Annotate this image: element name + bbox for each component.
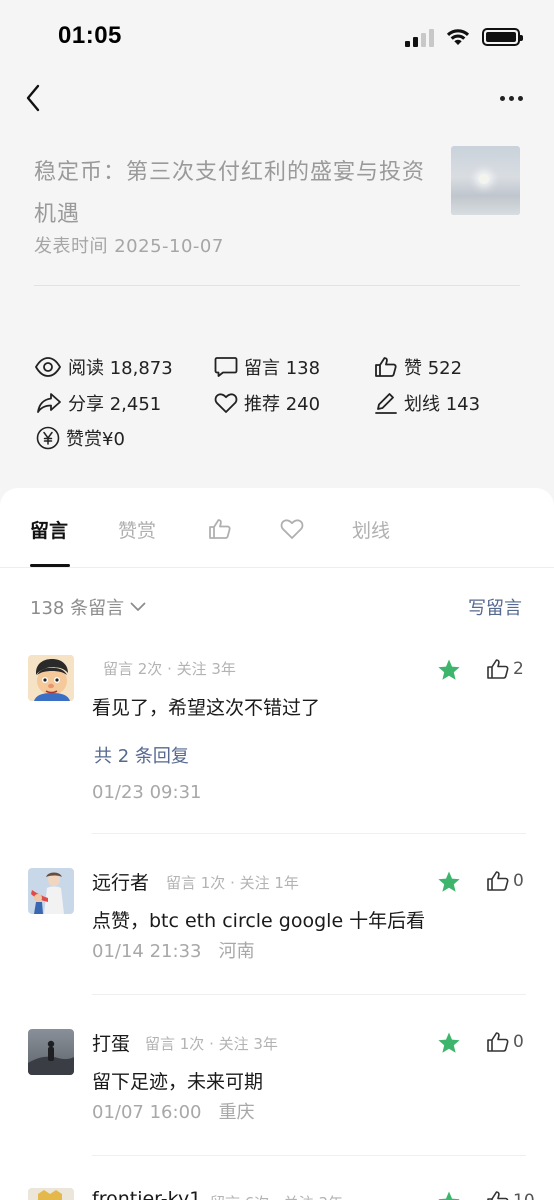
comment-text: 看见了，希望这次不错过了 [92,697,321,719]
thumbs-up-icon [487,871,509,891]
landscape-avatar-icon [28,1029,74,1075]
status-bar: 01:05 [0,0,554,72]
chevron-left-icon [26,84,40,112]
comment-like-button[interactable]: 0 [486,870,524,892]
comment-like-button[interactable]: 2 [486,658,524,680]
article-thumbnail[interactable] [451,146,520,215]
stat-read: 阅读 18,873 [34,354,173,380]
stat-comment: 留言 138 [214,354,320,380]
more-dots-icon [499,95,505,101]
heart-icon [214,393,238,413]
tab-rewards[interactable]: 赞赏 [118,516,156,542]
starred-icon[interactable] [437,870,461,894]
avatar[interactable] [28,1188,74,1200]
starred-icon[interactable] [437,1031,461,1055]
divider [92,994,526,995]
cellular-signal-icon [405,27,434,47]
comment-icon [214,357,238,377]
stat-recommend: 推荐 240 [214,390,320,416]
comment-text: 点赞，btc eth circle google 十年后看 [92,910,426,932]
comment-like-button[interactable]: 10 [486,1190,535,1200]
comment-meta: 留言 1次 · 关注 3年 [145,1035,278,1053]
yen-coin-icon [36,426,60,450]
wifi-icon [446,29,470,45]
publish-time: 发表时间 2025-10-07 [34,236,224,257]
write-comment-button[interactable]: 写留言 [468,594,522,620]
thumbs-up-icon [375,357,397,377]
more-options-button[interactable] [496,86,526,110]
view-replies-link[interactable]: 共 2 条回复 [94,742,189,768]
stat-reward: 赞赏¥0 [36,425,125,451]
commenter-name[interactable]: 远行者 [92,868,149,895]
avatar[interactable] [28,868,74,914]
thumbs-up-icon [487,1191,509,1200]
tab-comments[interactable]: 留言 [30,516,68,542]
comment-time: 01/23 09:31 [92,782,202,803]
comment-meta: 留言 2次 · 关注 3年 [103,660,236,678]
commenter-name[interactable]: frontier-ky1 [92,1188,201,1200]
status-time: 01:05 [58,22,122,49]
comment-time: 01/14 21:33 河南 [92,941,255,962]
comment-like-button[interactable]: 0 [486,1031,524,1053]
stat-highlight: 划线 143 [374,390,480,416]
illustrated-avatar-icon [28,868,74,914]
tab-highlights[interactable]: 划线 [352,516,390,542]
thumbs-up-icon [487,1032,509,1052]
article-title[interactable]: 稳定币：第三次支付红利的盛宴与投资机遇 [34,152,434,236]
comments-panel: 留言 赞赏 划线 138 条留言 写留言 留言 2次 · 关注 3年 2 看见了… [0,488,554,1200]
comments-sort-dropdown[interactable]: 138 条留言 [30,594,146,620]
comment-text: 留下足迹，未来可期 [92,1071,264,1093]
commenter-name[interactable]: 打蛋 [92,1029,130,1056]
starred-icon[interactable] [437,1190,461,1200]
status-icons [405,24,523,50]
divider [92,833,526,834]
battery-icon [482,28,523,46]
starred-icon[interactable] [437,658,461,682]
tab-recommends[interactable] [280,516,304,542]
cartoon-avatar-icon [28,1188,74,1200]
avatar[interactable] [28,655,74,701]
comment-time: 01/07 16:00 重庆 [92,1102,255,1123]
divider [0,567,554,568]
back-button[interactable] [18,80,48,116]
avatar[interactable] [28,1029,74,1075]
tab-likes[interactable] [208,516,232,542]
pen-underline-icon [375,393,397,414]
tab-bar: 留言 赞赏 划线 [0,488,554,568]
thumbs-up-icon [487,659,509,679]
comment-meta: 留言 6次 · 关注 3年 [210,1192,343,1200]
heart-icon [280,519,304,539]
comment-meta: 留言 1次 · 关注 1年 [166,874,299,892]
divider [34,285,520,286]
eye-icon [34,357,62,377]
divider [92,1155,526,1156]
thumbs-up-icon [209,519,231,539]
cartoon-avatar-icon [28,655,74,701]
share-arrow-icon [37,393,61,413]
stat-share: 分享 2,451 [36,390,161,416]
stat-like: 赞 522 [374,354,462,380]
chevron-down-icon [130,602,146,611]
